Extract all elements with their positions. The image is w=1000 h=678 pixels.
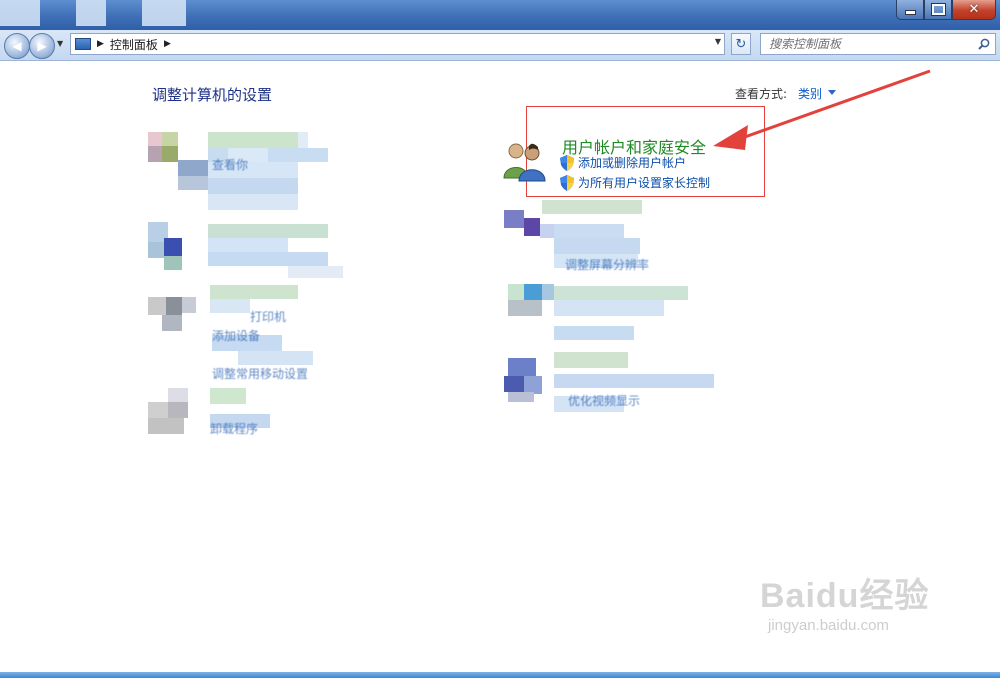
taskbar-thumbnail (0, 0, 40, 26)
navigation-bar: ◀ ▶ ▼ ▶ 控制面板 ▶ ▼ ↻ (0, 30, 1000, 61)
set-parental-controls-link[interactable]: 为所有用户设置家长控制 (560, 174, 710, 191)
obscured-link[interactable]: 卸载程序 (210, 420, 258, 437)
obscured-link[interactable]: 优化视频显示 (568, 392, 640, 409)
caption-buttons: ✕ (896, 0, 996, 20)
address-dropdown-button[interactable]: ▼ (715, 37, 721, 46)
page-title: 调整计算机的设置 (152, 86, 273, 104)
obscured-link[interactable]: 添加设备 (212, 327, 260, 344)
back-button[interactable]: ◀ (4, 33, 30, 59)
chevron-right-icon[interactable]: ▶ (164, 39, 171, 49)
refresh-button[interactable]: ↻ (731, 33, 751, 55)
mosaic-block (148, 388, 270, 434)
search-box[interactable] (760, 33, 996, 55)
uac-shield-icon (560, 154, 574, 171)
recent-pages-dropdown[interactable]: ▼ (57, 39, 63, 48)
watermark-brand: Baidu经验 (760, 577, 930, 615)
search-icon[interactable] (978, 38, 990, 50)
add-remove-user-accounts-link[interactable]: 添加或删除用户帐户 (560, 154, 686, 171)
taskbar-edge (0, 672, 1000, 678)
obscured-category-accessibility (500, 352, 720, 420)
arrow-left-icon: ◀ (12, 39, 22, 53)
control-panel-icon (75, 38, 91, 50)
link-label: 添加或删除用户帐户 (578, 156, 687, 170)
chevron-down-icon[interactable] (828, 90, 836, 95)
chevron-right-icon[interactable]: ▶ (97, 39, 104, 49)
baidu-watermark: Baidu经验 jingyan.baidu.com (760, 568, 929, 634)
forward-button[interactable]: ▶ (29, 33, 55, 59)
refresh-icon: ↻ (735, 36, 747, 52)
close-button[interactable]: ✕ (952, 0, 996, 20)
uac-shield-icon (560, 174, 574, 191)
mosaic-block (508, 284, 688, 340)
maximize-button[interactable] (924, 0, 952, 20)
mosaic-block (504, 352, 714, 412)
mosaic-block (148, 222, 343, 278)
minimize-icon (904, 10, 916, 15)
watermark-url: jingyan.baidu.com (768, 617, 889, 634)
obscured-link[interactable]: 查看你 (212, 156, 248, 173)
obscured-category-clock-region (506, 284, 691, 344)
search-input[interactable] (767, 36, 971, 52)
view-by-label: 查看方式: (735, 87, 788, 101)
arrow-right-icon: ▶ (37, 39, 47, 53)
minimize-button[interactable] (896, 0, 924, 20)
taskbar-thumbnail (76, 0, 106, 26)
taskbar-thumbnail (142, 0, 186, 26)
close-icon: ✕ (968, 2, 980, 17)
maximize-icon (931, 4, 945, 15)
user-accounts-icon[interactable] (501, 138, 551, 182)
title-bar: ✕ (0, 0, 1000, 30)
obscured-link[interactable]: 调整屏幕分辨率 (565, 256, 649, 273)
address-bar[interactable]: ▶ 控制面板 ▶ ▼ (70, 33, 725, 55)
link-label: 为所有用户设置家长控制 (578, 176, 711, 190)
obscured-link[interactable]: 调整常用移动设置 (212, 365, 308, 382)
obscured-category-network (148, 222, 348, 280)
obscured-category-programs (148, 388, 278, 448)
view-by-dropdown[interactable]: 类别 (798, 85, 822, 102)
obscured-link[interactable]: 打印机 (250, 308, 286, 325)
breadcrumb-control-panel[interactable]: 控制面板 (110, 36, 158, 53)
